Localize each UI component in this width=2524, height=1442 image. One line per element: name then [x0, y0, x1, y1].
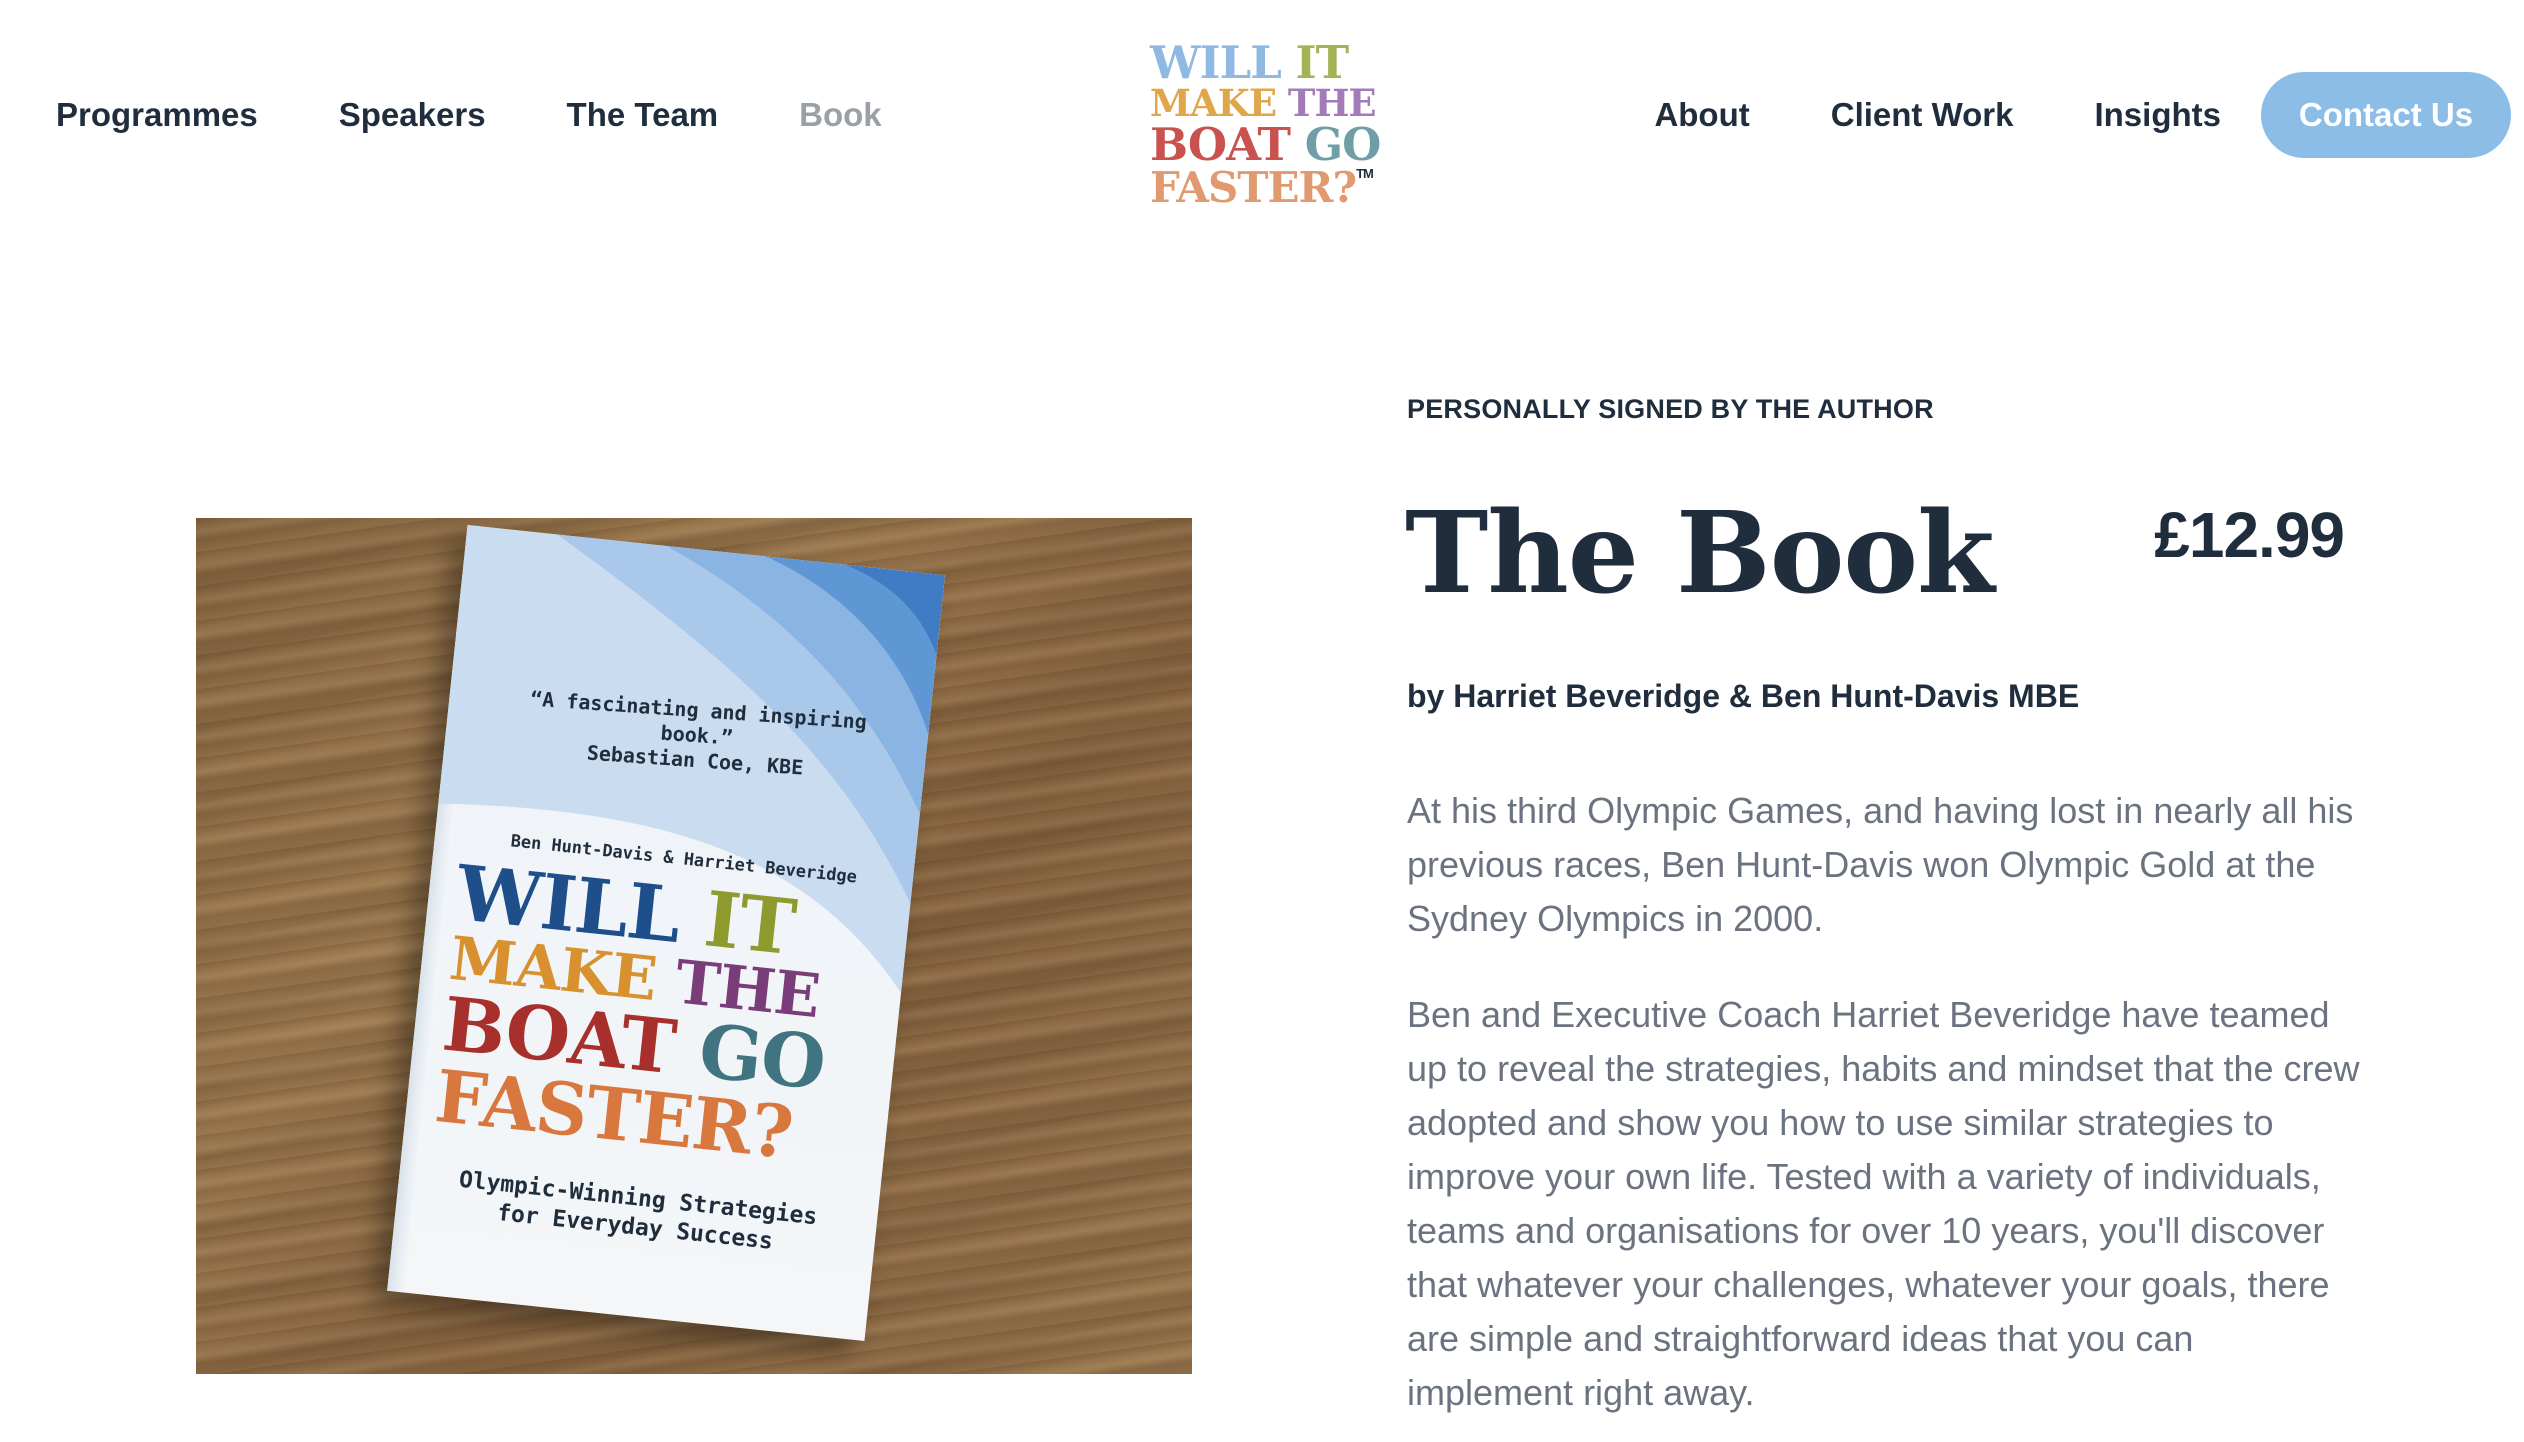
- nav-link-insights[interactable]: Insights: [2094, 96, 2221, 134]
- nav-link-book[interactable]: Book: [799, 96, 882, 134]
- signed-by-author-label: PERSONALLY SIGNED BY THE AUTHOR: [1407, 394, 1934, 424]
- primary-nav-right: About Client Work Insights Contact Us: [1654, 72, 2524, 158]
- logo-line-1: WILL IT: [1150, 40, 1380, 85]
- book-cover: “A fascinating and inspiring book.” Seba…: [387, 525, 945, 1341]
- nav-link-programmes[interactable]: Programmes: [56, 96, 258, 134]
- site-logo[interactable]: WILL IT MAKE THE BOAT GO FASTER?TM: [1150, 40, 1381, 209]
- product-byline: by Harriet Beveridge & Ben Hunt-Davis MB…: [1407, 678, 2080, 714]
- nav-link-about[interactable]: About: [1654, 96, 1749, 134]
- nav-link-the-team[interactable]: The Team: [567, 96, 719, 134]
- book-cover-subtitle: Olympic-Winning Strategies for Everyday …: [425, 1163, 849, 1264]
- book-product-image: “A fascinating and inspiring book.” Seba…: [196, 518, 1192, 1374]
- product-description-paragraph-1: At his third Olympic Games, and having l…: [1407, 790, 2354, 939]
- product-price: £12.99: [2154, 499, 2345, 571]
- primary-nav-left: Programmes Speakers The Team Book: [56, 96, 882, 134]
- logo-word-faster: FASTER?: [1150, 163, 1357, 212]
- product-description-paragraph-2: Ben and Executive Coach Harriet Beveridg…: [1407, 994, 2360, 1413]
- nav-link-client-work[interactable]: Client Work: [1831, 96, 2014, 134]
- logo-line-4: FASTER?TM: [1150, 167, 1380, 209]
- contact-us-button[interactable]: Contact Us: [2261, 72, 2511, 158]
- product-title: The Book: [1405, 488, 1995, 619]
- logo-line-2: MAKE THE: [1150, 85, 1380, 122]
- logo-line-3: BOAT GO: [1150, 122, 1381, 167]
- trademark-symbol: TM: [1356, 166, 1374, 181]
- book-cover-title: WILL IT MAKE THE BOAT GO FASTER?: [431, 848, 908, 1178]
- nav-link-speakers[interactable]: Speakers: [339, 96, 486, 134]
